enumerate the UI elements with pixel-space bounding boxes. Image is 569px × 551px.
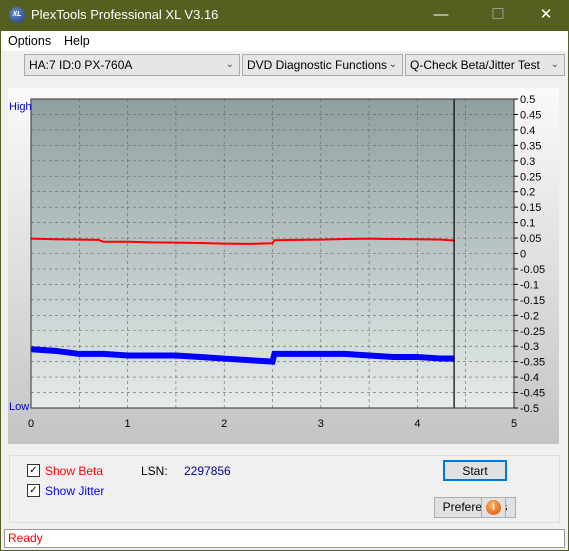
menu-options[interactable]: Options <box>8 34 51 48</box>
y-tick-label: -0.1 <box>520 279 539 291</box>
drive-select[interactable]: HA:7 ID:0 PX-760A ⌄ <box>24 54 240 76</box>
chart-panel: 0 1 2 3 4 5 0.5 0.45 0.4 0.35 0.3 0.25 0.2 0.15 0.1 0.0… <box>8 88 559 444</box>
title-bar: XL PlexTools Professional XL V3.16 — ☐ ✕ <box>1 0 568 31</box>
y-tick-label: 0.35 <box>520 140 541 152</box>
jitter-point <box>199 356 201 358</box>
x-tick-label: 1 <box>125 418 131 430</box>
beta-point <box>150 241 153 244</box>
y-tick-label: 0.1 <box>520 218 535 230</box>
y-tick-label: 0 <box>520 249 526 261</box>
beta-point <box>392 238 395 240</box>
jitter-point <box>392 356 395 358</box>
beta-point <box>368 237 370 240</box>
y-tick-label: 0.05 <box>520 233 541 245</box>
y-tick-label: -0.4 <box>520 372 539 384</box>
show-jitter-label[interactable]: Show Jitter <box>45 484 104 498</box>
jitter-point <box>54 350 56 352</box>
controls-panel: ✓ Show Beta ✓ Show Jitter LSN: 2297856 S… <box>9 455 560 523</box>
jitter-point <box>271 360 274 363</box>
close-button[interactable]: ✕ <box>531 4 561 26</box>
start-button[interactable]: Start <box>443 460 507 481</box>
high-label: High <box>9 101 32 113</box>
jitter-point <box>223 357 225 360</box>
jitter-point <box>416 356 419 358</box>
beta-point <box>273 239 276 242</box>
beta-point <box>223 242 225 245</box>
menu-bar: Options Help <box>1 31 568 51</box>
jitter-point <box>344 353 346 355</box>
show-beta-checkbox[interactable]: ✓ <box>27 464 40 477</box>
beta-point <box>126 240 129 243</box>
beta-point <box>199 242 201 244</box>
jitter-point <box>126 354 129 357</box>
jitter-point <box>295 353 298 355</box>
jitter-point <box>247 359 250 361</box>
y-tick-label: 0.3 <box>520 156 535 168</box>
beta-point <box>54 238 56 241</box>
y-tick-label: 0.4 <box>520 125 535 137</box>
beta-point <box>320 238 322 241</box>
test-select-value: Q-Check Beta/Jitter Test <box>410 58 540 72</box>
chevron-down-icon: ⌄ <box>225 59 234 70</box>
beta-point <box>102 240 105 243</box>
show-jitter-checkbox[interactable]: ✓ <box>27 484 40 497</box>
y-tick-label: -0.15 <box>520 295 545 307</box>
y-tick-label: 0.45 <box>520 109 541 121</box>
jitter-point <box>273 353 276 355</box>
test-select[interactable]: Q-Check Beta/Jitter Test ⌄ <box>405 54 565 76</box>
window-title: PlexTools Professional XL V3.16 <box>31 7 219 22</box>
y-tick-label: -0.45 <box>520 388 545 400</box>
beta-point <box>271 242 274 245</box>
x-tick-label: 3 <box>318 418 324 430</box>
jitter-point <box>150 354 153 357</box>
y-tick-label: 0.5 <box>520 94 535 106</box>
jitter-point <box>102 353 105 355</box>
x-tick-label: 2 <box>221 418 227 430</box>
status-bar: Ready <box>4 529 565 548</box>
beta-point <box>416 238 419 241</box>
jitter-point <box>320 353 322 355</box>
beta-point <box>295 239 298 241</box>
y-tick-label: -0.5 <box>520 403 539 415</box>
x-tick-label: 5 <box>511 418 517 430</box>
maximize-button[interactable]: ☐ <box>483 4 513 26</box>
beta-point <box>344 238 346 240</box>
menu-help[interactable]: Help <box>64 34 90 48</box>
jitter-point <box>97 353 100 355</box>
jitter-point <box>368 354 370 357</box>
jitter-point <box>78 353 81 355</box>
lsn-value: 2297856 <box>184 464 231 478</box>
y-tick-label: -0.2 <box>520 310 539 322</box>
minimize-button[interactable]: — <box>426 4 456 26</box>
jitter-point <box>175 354 177 357</box>
function-group-value: DVD Diagnostic Functions <box>247 58 388 72</box>
info-button[interactable]: i <box>481 497 506 518</box>
app-window: XL PlexTools Professional XL V3.16 — ☐ ✕… <box>1 0 568 550</box>
y-tick-label: -0.3 <box>520 341 539 353</box>
lsn-label: LSN: <box>141 464 168 478</box>
y-tick-label: 0.15 <box>520 202 541 214</box>
chevron-down-icon: ⌄ <box>388 59 397 70</box>
jitter-point <box>440 357 443 360</box>
chevron-down-icon: ⌄ <box>550 59 559 70</box>
drive-select-value: HA:7 ID:0 PX-760A <box>29 58 133 72</box>
y-tick-label: -0.35 <box>520 357 545 369</box>
app-logo-icon: XL <box>9 7 25 23</box>
show-beta-label[interactable]: Show Beta <box>45 464 103 478</box>
info-icon: i <box>486 500 501 515</box>
beta-jitter-chart: 0 1 2 3 4 5 0.5 0.45 0.4 0.35 0.3 0.25 0.2 0.15 0.1 0.0… <box>9 94 545 430</box>
beta-point <box>440 238 443 241</box>
x-tick-label: 4 <box>414 418 420 430</box>
beta-point <box>247 243 250 245</box>
x-tick-label: 0 <box>28 418 34 430</box>
beta-point <box>97 239 100 241</box>
beta-point <box>78 238 81 241</box>
y-tick-label: -0.05 <box>520 264 545 276</box>
function-group-select[interactable]: DVD Diagnostic Functions ⌄ <box>242 54 403 76</box>
y-tick-label: 0.2 <box>520 187 535 199</box>
y-tick-label: -0.25 <box>520 326 545 338</box>
low-label: Low <box>9 401 29 413</box>
beta-point <box>175 241 177 244</box>
y-tick-label: 0.25 <box>520 171 541 183</box>
